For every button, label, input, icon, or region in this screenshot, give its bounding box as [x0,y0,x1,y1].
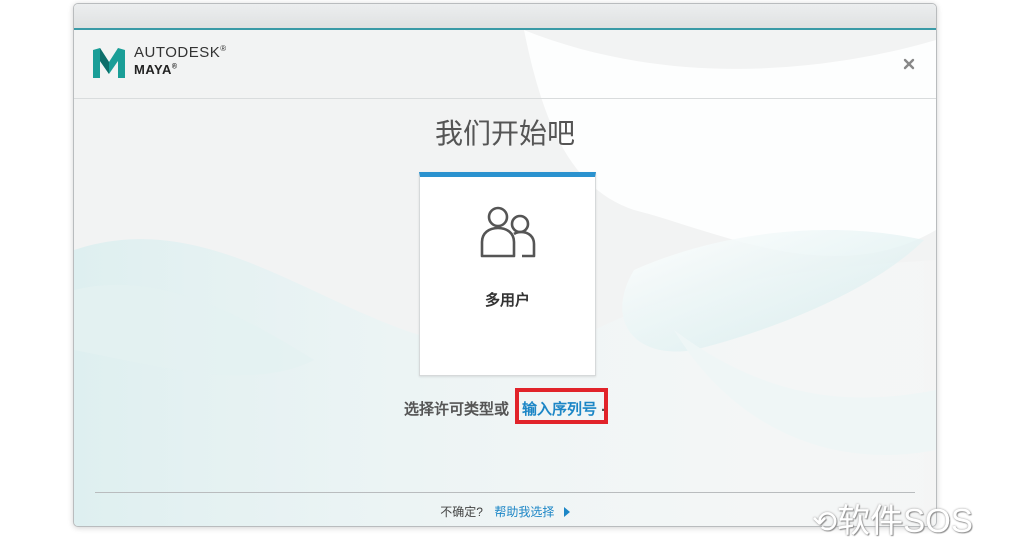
help-link-label: 帮助我选择 [494,505,555,519]
maya-startup-dialog: AUTODESK® MAYA® 我们开始吧 多用户 选择许可类型或 输入序列号 … [73,3,937,527]
dialog-header: AUTODESK® MAYA® [74,30,936,99]
swirl-logo-icon: ⟲ [812,506,838,539]
brand-name: AUTODESK® [134,44,227,61]
title-bar[interactable] [74,4,936,30]
product-name: MAYA® [134,62,178,77]
page-title: 我们开始吧 [434,118,575,149]
watermark-text: 软件SOS [837,502,973,539]
users-icon [480,206,536,258]
license-instruction: 选择许可类型或 [404,401,510,418]
instruction-period: . [601,398,606,415]
footer-divider [95,492,915,493]
not-sure-text: 不确定? [440,505,483,519]
screenshot-stage: AUTODESK® MAYA® 我们开始吧 多用户 选择许可类型或 输入序列号 … [0,0,1010,542]
maya-logo-icon [93,48,125,78]
license-card-label: 多用户 [484,292,530,309]
multi-user-license-card[interactable]: 多用户 [419,172,596,376]
close-icon[interactable] [902,57,916,71]
watermark: ⟲软件SOS [812,494,973,542]
dialog-footer: 不确定? 帮助我选择 [74,503,936,520]
help-me-choose-link[interactable]: 帮助我选择 [494,505,570,519]
enter-serial-number-link[interactable]: 输入序列号 [522,398,597,419]
triangle-right-icon [563,507,570,517]
